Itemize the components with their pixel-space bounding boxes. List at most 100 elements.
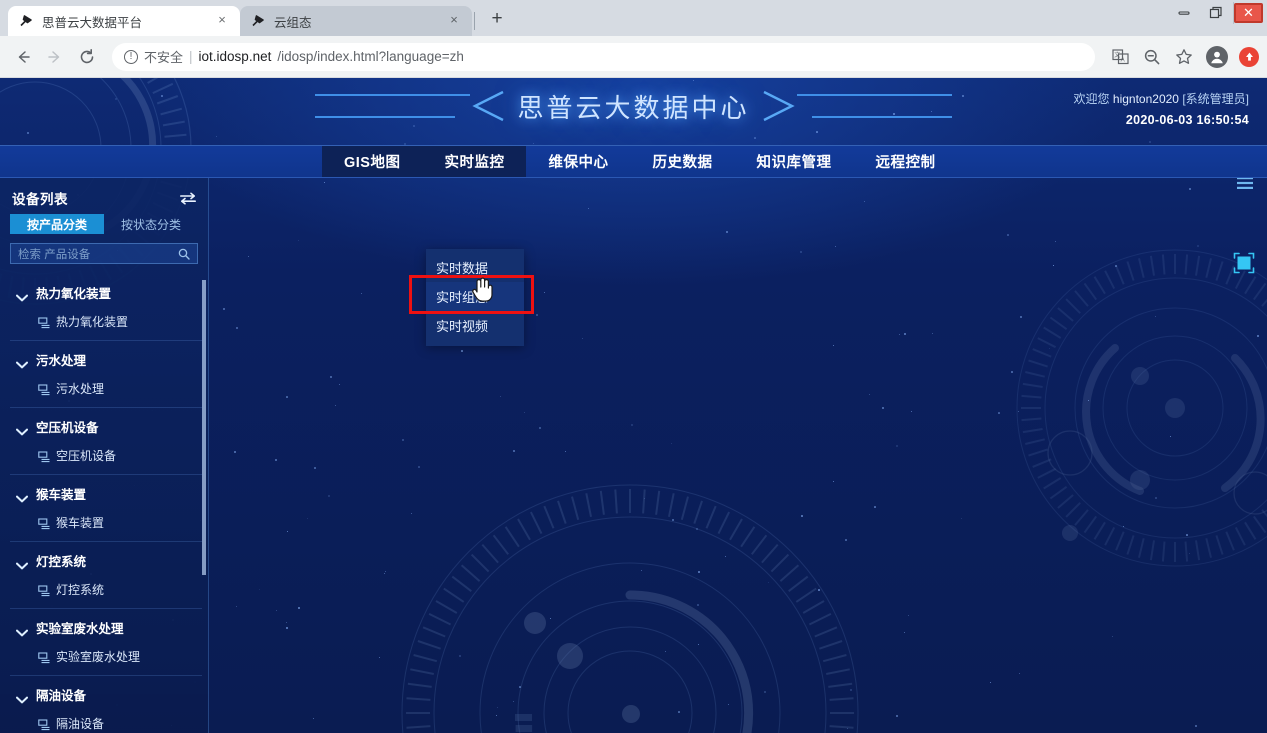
- title-right-ornament: [762, 90, 952, 122]
- hamburger-menu-icon[interactable]: [1237, 176, 1253, 190]
- tree-child-item[interactable]: 空压机设备: [10, 447, 202, 464]
- page-title: 思普云大数据中心: [517, 92, 750, 123]
- back-button[interactable]: [8, 42, 38, 72]
- translate-icon[interactable]: 文A: [1105, 42, 1135, 72]
- url-path: /idosp/index.html?language=zh: [277, 49, 464, 64]
- update-icon[interactable]: [1239, 46, 1259, 67]
- nav-item-1[interactable]: 实时监控: [422, 146, 527, 177]
- tree-group-label: 热力氧化装置: [36, 287, 112, 301]
- device-node-icon: [38, 718, 51, 730]
- tree-child-label: 实验室废水处理: [56, 650, 141, 664]
- zoom-out-icon[interactable]: [1137, 42, 1167, 72]
- tree-group: 猴车装置 猴车装置: [10, 475, 202, 542]
- nav-item-3[interactable]: 历史数据: [630, 146, 734, 177]
- tree-child-item[interactable]: 猴车装置: [10, 514, 202, 531]
- device-node-icon: [38, 316, 51, 328]
- window-restore-button[interactable]: [1201, 2, 1231, 24]
- welcome-prefix: 欢迎您: [1073, 92, 1110, 106]
- sidebar-tab-1[interactable]: 按状态分类: [104, 214, 198, 234]
- tree-group-header[interactable]: 灯控系统: [10, 551, 202, 570]
- swap-arrows-icon[interactable]: [180, 192, 196, 205]
- address-bar[interactable]: ! 不安全 | iot.idosp.net/idosp/index.html?l…: [112, 42, 1095, 71]
- tree-child-label: 热力氧化装置: [56, 315, 129, 329]
- tree-child-label: 空压机设备: [56, 449, 117, 463]
- sidebar-header: 设备列表: [0, 178, 208, 214]
- forward-button[interactable]: [40, 42, 70, 72]
- tree-group-header[interactable]: 污水处理: [10, 350, 202, 369]
- tree-child-item[interactable]: 热力氧化装置: [10, 313, 202, 330]
- tree-child-item[interactable]: 隔油设备: [10, 715, 202, 732]
- device-node-icon: [38, 450, 51, 462]
- tree-group-header[interactable]: 隔油设备: [10, 685, 202, 704]
- chevron-down-icon[interactable]: [16, 624, 28, 636]
- device-list-sidebar: 设备列表 按产品分类 按状态分类 检索 产品设备 热力氧化装置 热力氧化装置 污水处理…: [0, 178, 209, 733]
- window-controls: ✕: [1169, 2, 1263, 24]
- nav-item-label: GIS地图: [344, 155, 401, 171]
- chevron-down-icon[interactable]: [16, 691, 28, 703]
- window-close-highlight[interactable]: ✕: [1234, 3, 1263, 23]
- nav-item-5[interactable]: 远程控制: [853, 146, 957, 177]
- main-navigation: GIS地图 实时监控 维保中心 历史数据 知识库管理 远程控制: [0, 145, 1267, 178]
- nav-item-4[interactable]: 知识库管理: [734, 146, 853, 177]
- tree-group-label: 空压机设备: [36, 421, 99, 435]
- browser-tab-1[interactable]: 思普云大数据平台 ×: [8, 6, 240, 36]
- tree-child-label: 隔油设备: [56, 717, 105, 731]
- sidebar-tab-label: 按状态分类: [120, 217, 181, 232]
- device-node-icon: [38, 517, 51, 529]
- search-input[interactable]: 检索 产品设备: [10, 243, 198, 264]
- pin-icon: [18, 13, 34, 29]
- tree-group-header[interactable]: 热力氧化装置: [10, 283, 202, 302]
- browser-tab-2-title: 云组态: [274, 15, 312, 30]
- app-header: 思普云大数据中心 欢迎您 hignton2020 [系统管理员] 2020-06…: [0, 78, 1267, 189]
- tree-group-label: 隔油设备: [36, 689, 87, 703]
- new-tab-button[interactable]: +: [483, 6, 511, 34]
- chevron-down-icon[interactable]: [16, 289, 28, 301]
- dropdown-item-2[interactable]: 实时视频: [426, 311, 524, 340]
- nav-item-0[interactable]: GIS地图: [322, 146, 423, 177]
- browser-tab-2-close-icon[interactable]: ×: [446, 13, 462, 29]
- application-root: 思普云大数据中心 欢迎您 hignton2020 [系统管理员] 2020-06…: [0, 78, 1267, 733]
- tree-group: 热力氧化装置 热力氧化装置: [10, 274, 202, 341]
- window-close-button[interactable]: ✕: [1233, 2, 1263, 24]
- tree-child-label: 污水处理: [56, 382, 105, 396]
- tree-group-label: 实验室废水处理: [36, 622, 124, 636]
- browser-tab-1-close-icon[interactable]: ×: [214, 13, 230, 29]
- chevron-down-icon[interactable]: [16, 356, 28, 368]
- device-node-icon: [38, 584, 51, 596]
- profile-avatar-icon[interactable]: [1206, 45, 1228, 68]
- site-info-icon[interactable]: !: [124, 49, 138, 64]
- browser-tab-2[interactable]: 云组态 ×: [240, 6, 472, 36]
- tree-group-header[interactable]: 空压机设备: [10, 417, 202, 436]
- browser-toolbar: ! 不安全 | iot.idosp.net/idosp/index.html?l…: [0, 36, 1267, 78]
- fullscreen-expand-icon[interactable]: [1233, 252, 1255, 274]
- browser-toolbar-icons: 文A: [1105, 42, 1259, 72]
- omnibox-separator: |: [189, 49, 193, 64]
- search-icon: [178, 248, 190, 260]
- nav-item-label: 实时监控: [444, 155, 505, 171]
- sidebar-scrollbar[interactable]: [202, 280, 206, 731]
- nav-item-2[interactable]: 维保中心: [526, 146, 630, 177]
- nav-item-label: 历史数据: [652, 155, 713, 171]
- tab-divider: [474, 12, 475, 30]
- browser-titlebar: 思普云大数据平台 × 云组态 × + ✕: [0, 0, 1267, 36]
- sidebar-scrollbar-thumb[interactable]: [202, 280, 206, 575]
- chevron-down-icon[interactable]: [16, 423, 28, 435]
- tree-group-header[interactable]: 实验室废水处理: [10, 618, 202, 637]
- tree-child-item[interactable]: 灯控系统: [10, 581, 202, 598]
- tree-child-item[interactable]: 实验室废水处理: [10, 648, 202, 665]
- device-node-icon: [38, 651, 51, 663]
- chevron-down-icon[interactable]: [16, 490, 28, 502]
- chevron-down-icon[interactable]: [16, 557, 28, 569]
- bookmark-star-icon[interactable]: [1169, 42, 1199, 72]
- title-left-ornament: [315, 90, 505, 122]
- device-node-icon: [38, 383, 51, 395]
- search-placeholder: 检索 产品设备: [18, 248, 91, 261]
- sidebar-tab-0[interactable]: 按产品分类: [10, 214, 104, 234]
- reload-button[interactable]: [72, 42, 102, 72]
- window-minimize-button[interactable]: [1169, 2, 1199, 24]
- tree-child-item[interactable]: 污水处理: [10, 380, 202, 397]
- nav-item-label: 维保中心: [548, 155, 609, 171]
- svg-text:文: 文: [1114, 51, 1120, 59]
- tree-group-label: 猴车装置: [36, 488, 87, 502]
- tree-group-header[interactable]: 猴车装置: [10, 484, 202, 503]
